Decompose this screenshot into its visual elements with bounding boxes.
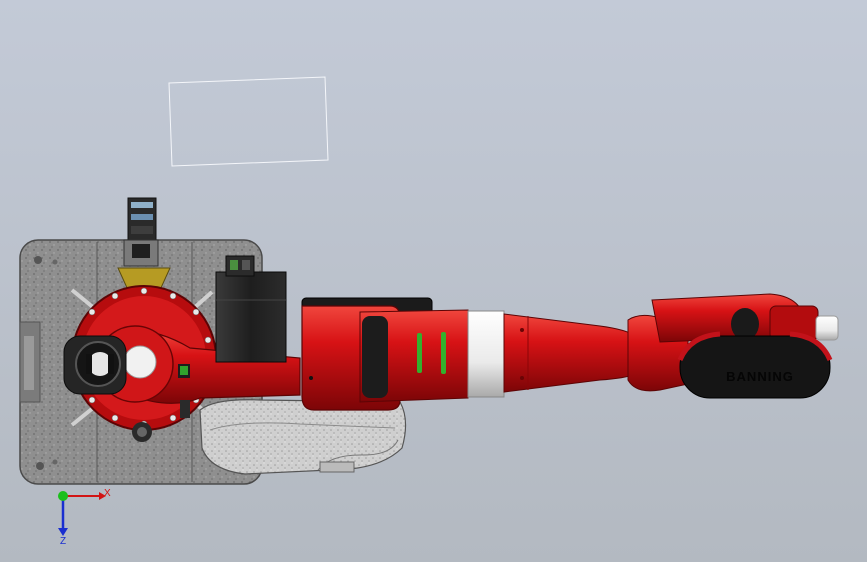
robot-logo-text: BANNING <box>726 369 794 384</box>
z-axis-label: Z <box>60 536 66 547</box>
y-axis-dot <box>58 491 68 501</box>
servo-motor <box>215 255 287 363</box>
x-axis-label: X <box>104 488 111 499</box>
cad-3d-viewport[interactable]: BANNING X Z <box>0 0 867 562</box>
viewport-canvas[interactable]: BANNING X Z <box>0 0 867 562</box>
shoulder-hub <box>63 325 174 403</box>
lower-casting <box>199 399 407 475</box>
wrist-assembly: BANNING <box>627 293 839 399</box>
